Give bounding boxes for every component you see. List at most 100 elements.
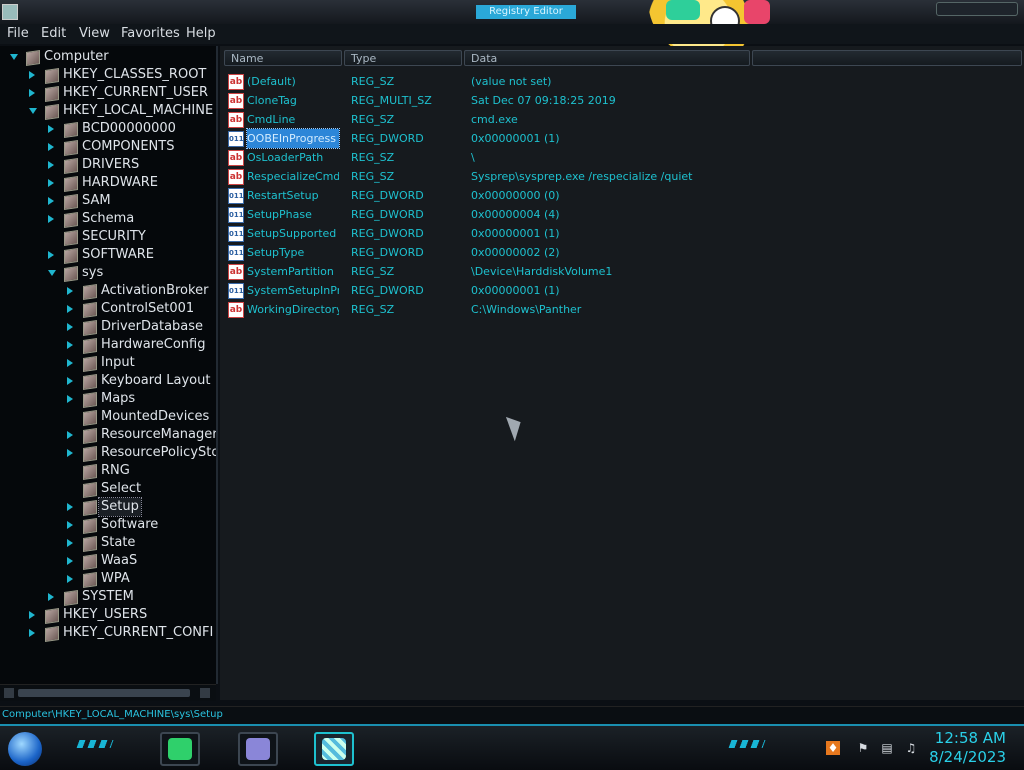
expand-arrow-icon[interactable]: [67, 503, 73, 511]
tree-node[interactable]: DriverDatabase: [0, 318, 216, 336]
tree-node[interactable]: ResourcePolicySto: [0, 444, 216, 462]
menu-help[interactable]: Help: [186, 26, 216, 41]
tree-node[interactable]: Software: [0, 516, 216, 534]
expand-arrow-icon[interactable]: [67, 449, 73, 457]
expand-arrow-icon[interactable]: [67, 431, 73, 439]
tree-node[interactable]: SAM: [0, 192, 216, 210]
taskbar-card-app[interactable]: [238, 732, 278, 766]
collapse-arrow-icon[interactable]: [48, 270, 56, 276]
value-row[interactable]: ab CmdLine REG_SZ cmd.exe: [226, 110, 1016, 129]
tree-node[interactable]: RNG: [0, 462, 216, 480]
tree-node[interactable]: WaaS: [0, 552, 216, 570]
value-row[interactable]: ab (Default) REG_SZ (value not set): [226, 72, 1016, 91]
column-header-type[interactable]: Type: [344, 50, 462, 66]
menu-view[interactable]: View: [79, 26, 110, 41]
menu-favorites[interactable]: Favorites: [121, 26, 180, 41]
value-row[interactable]: 011 OOBEInProgress REG_DWORD 0x00000001 (1): [226, 128, 1016, 149]
tree-node[interactable]: SECURITY: [0, 228, 216, 246]
tree-node[interactable]: Setup: [0, 497, 216, 517]
tree-node[interactable]: HKEY_CLASSES_ROOT: [0, 66, 216, 84]
expand-arrow-icon[interactable]: [29, 611, 35, 619]
taskbar-notes-app[interactable]: [160, 732, 200, 766]
expand-arrow-icon[interactable]: [67, 341, 73, 349]
tree-node[interactable]: ActivationBroker: [0, 282, 216, 300]
expand-arrow-icon[interactable]: [67, 395, 73, 403]
expand-arrow-icon[interactable]: [67, 557, 73, 565]
tray-app-icon[interactable]: ♦: [826, 741, 840, 755]
tree-node[interactable]: ControlSet001: [0, 300, 216, 318]
start-orb-icon[interactable]: [8, 732, 42, 766]
expand-arrow-icon[interactable]: [67, 323, 73, 331]
expand-arrow-icon[interactable]: [48, 179, 54, 187]
tree-node[interactable]: DRIVERS: [0, 156, 216, 174]
expand-arrow-icon[interactable]: [48, 197, 54, 205]
tree-node[interactable]: HKEY_CURRENT_USER: [0, 84, 216, 102]
tree-horizontal-scrollbar[interactable]: [0, 684, 216, 701]
expand-arrow-icon[interactable]: [48, 161, 54, 169]
flag-icon[interactable]: ⚑: [856, 741, 870, 755]
tree-node[interactable]: Schema: [0, 210, 216, 228]
expand-arrow-icon[interactable]: [67, 377, 73, 385]
expand-arrow-icon[interactable]: [67, 575, 73, 583]
tree-node[interactable]: State: [0, 534, 216, 552]
regedit-app-icon[interactable]: [2, 4, 18, 20]
tree-node[interactable]: HKEY_CURRENT_CONFI: [0, 624, 216, 642]
expand-arrow-icon[interactable]: [48, 125, 54, 133]
scroll-thumb[interactable]: [18, 689, 190, 697]
column-header-data[interactable]: Data: [464, 50, 750, 66]
volume-icon[interactable]: ♫: [904, 741, 918, 755]
tree-node[interactable]: ResourceManager: [0, 426, 216, 444]
tree-node[interactable]: HKEY_USERS: [0, 606, 216, 624]
tree-node[interactable]: HardwareConfig: [0, 336, 216, 354]
collapse-arrow-icon[interactable]: [10, 54, 18, 60]
scroll-left-icon[interactable]: [4, 688, 14, 698]
tree-node[interactable]: HKEY_LOCAL_MACHINE: [0, 102, 216, 120]
value-row[interactable]: 011 SetupType REG_DWORD 0x00000002 (2): [226, 243, 1016, 262]
network-icon[interactable]: ▤: [880, 741, 894, 755]
expand-arrow-icon[interactable]: [48, 215, 54, 223]
value-row[interactable]: 011 SetupPhase REG_DWORD 0x00000004 (4): [226, 205, 1016, 224]
window-controls[interactable]: [936, 2, 1018, 16]
taskbar-clock[interactable]: 12:58 AM 8/24/2023: [929, 729, 1006, 767]
tree-node[interactable]: Computer: [0, 48, 216, 66]
expand-arrow-icon[interactable]: [48, 593, 54, 601]
value-row[interactable]: 011 RestartSetup REG_DWORD 0x00000000 (0): [226, 186, 1016, 205]
expand-arrow-icon[interactable]: [29, 629, 35, 637]
value-row[interactable]: abRespecializeCmd... REG_SZ Sysprep\syspre…: [226, 167, 1016, 186]
expand-arrow-icon[interactable]: [67, 521, 73, 529]
column-header-name[interactable]: Name: [224, 50, 342, 66]
value-row[interactable]: ab OsLoaderPath REG_SZ \: [226, 148, 1016, 167]
value-row[interactable]: ab CloneTag REG_MULTI_SZ Sat Dec 07 09:18:2…: [226, 91, 1016, 110]
registry-tree-pane[interactable]: Computer HKEY_CLASSES_ROOT HKEY_CURRENT_US…: [0, 46, 218, 684]
tree-node[interactable]: WPA: [0, 570, 216, 588]
expand-arrow-icon[interactable]: [48, 143, 54, 151]
expand-arrow-icon[interactable]: [67, 539, 73, 547]
expand-arrow-icon[interactable]: [48, 251, 54, 259]
expand-arrow-icon[interactable]: [29, 71, 35, 79]
value-row[interactable]: ab WorkingDirectory REG_SZ C:\Windows\Panth…: [226, 300, 1016, 319]
tree-node[interactable]: HARDWARE: [0, 174, 216, 192]
expand-arrow-icon[interactable]: [67, 287, 73, 295]
tree-node[interactable]: MountedDevices: [0, 408, 216, 426]
tree-node[interactable]: Input: [0, 354, 216, 372]
tree-node[interactable]: BCD00000000: [0, 120, 216, 138]
menu-edit[interactable]: Edit: [41, 26, 66, 41]
tree-node[interactable]: COMPONENTS: [0, 138, 216, 156]
tree-node[interactable]: sys: [0, 264, 216, 282]
expand-arrow-icon[interactable]: [67, 305, 73, 313]
tree-node[interactable]: Maps: [0, 390, 216, 408]
tree-node[interactable]: Keyboard Layout: [0, 372, 216, 390]
value-row[interactable]: 011SystemSetupInPr... REG_DWORD 0x00000001…: [226, 281, 1016, 300]
values-list-pane[interactable]: Name Type Data ab (Default) REG_SZ (value n…: [220, 46, 1024, 700]
collapse-arrow-icon[interactable]: [29, 108, 37, 114]
value-row[interactable]: ab SystemPartition REG_SZ \Device\HarddiskV…: [226, 262, 1016, 281]
tree-node[interactable]: SOFTWARE: [0, 246, 216, 264]
value-row[interactable]: 011 SetupSupported REG_DWORD 0x00000001 (1): [226, 224, 1016, 243]
tree-node[interactable]: SYSTEM: [0, 588, 216, 606]
menu-file[interactable]: File: [7, 26, 29, 41]
scroll-right-icon[interactable]: [200, 688, 210, 698]
tree-node[interactable]: Select: [0, 480, 216, 498]
expand-arrow-icon[interactable]: [29, 89, 35, 97]
taskbar-regedit-app[interactable]: [314, 732, 354, 766]
expand-arrow-icon[interactable]: [67, 359, 73, 367]
